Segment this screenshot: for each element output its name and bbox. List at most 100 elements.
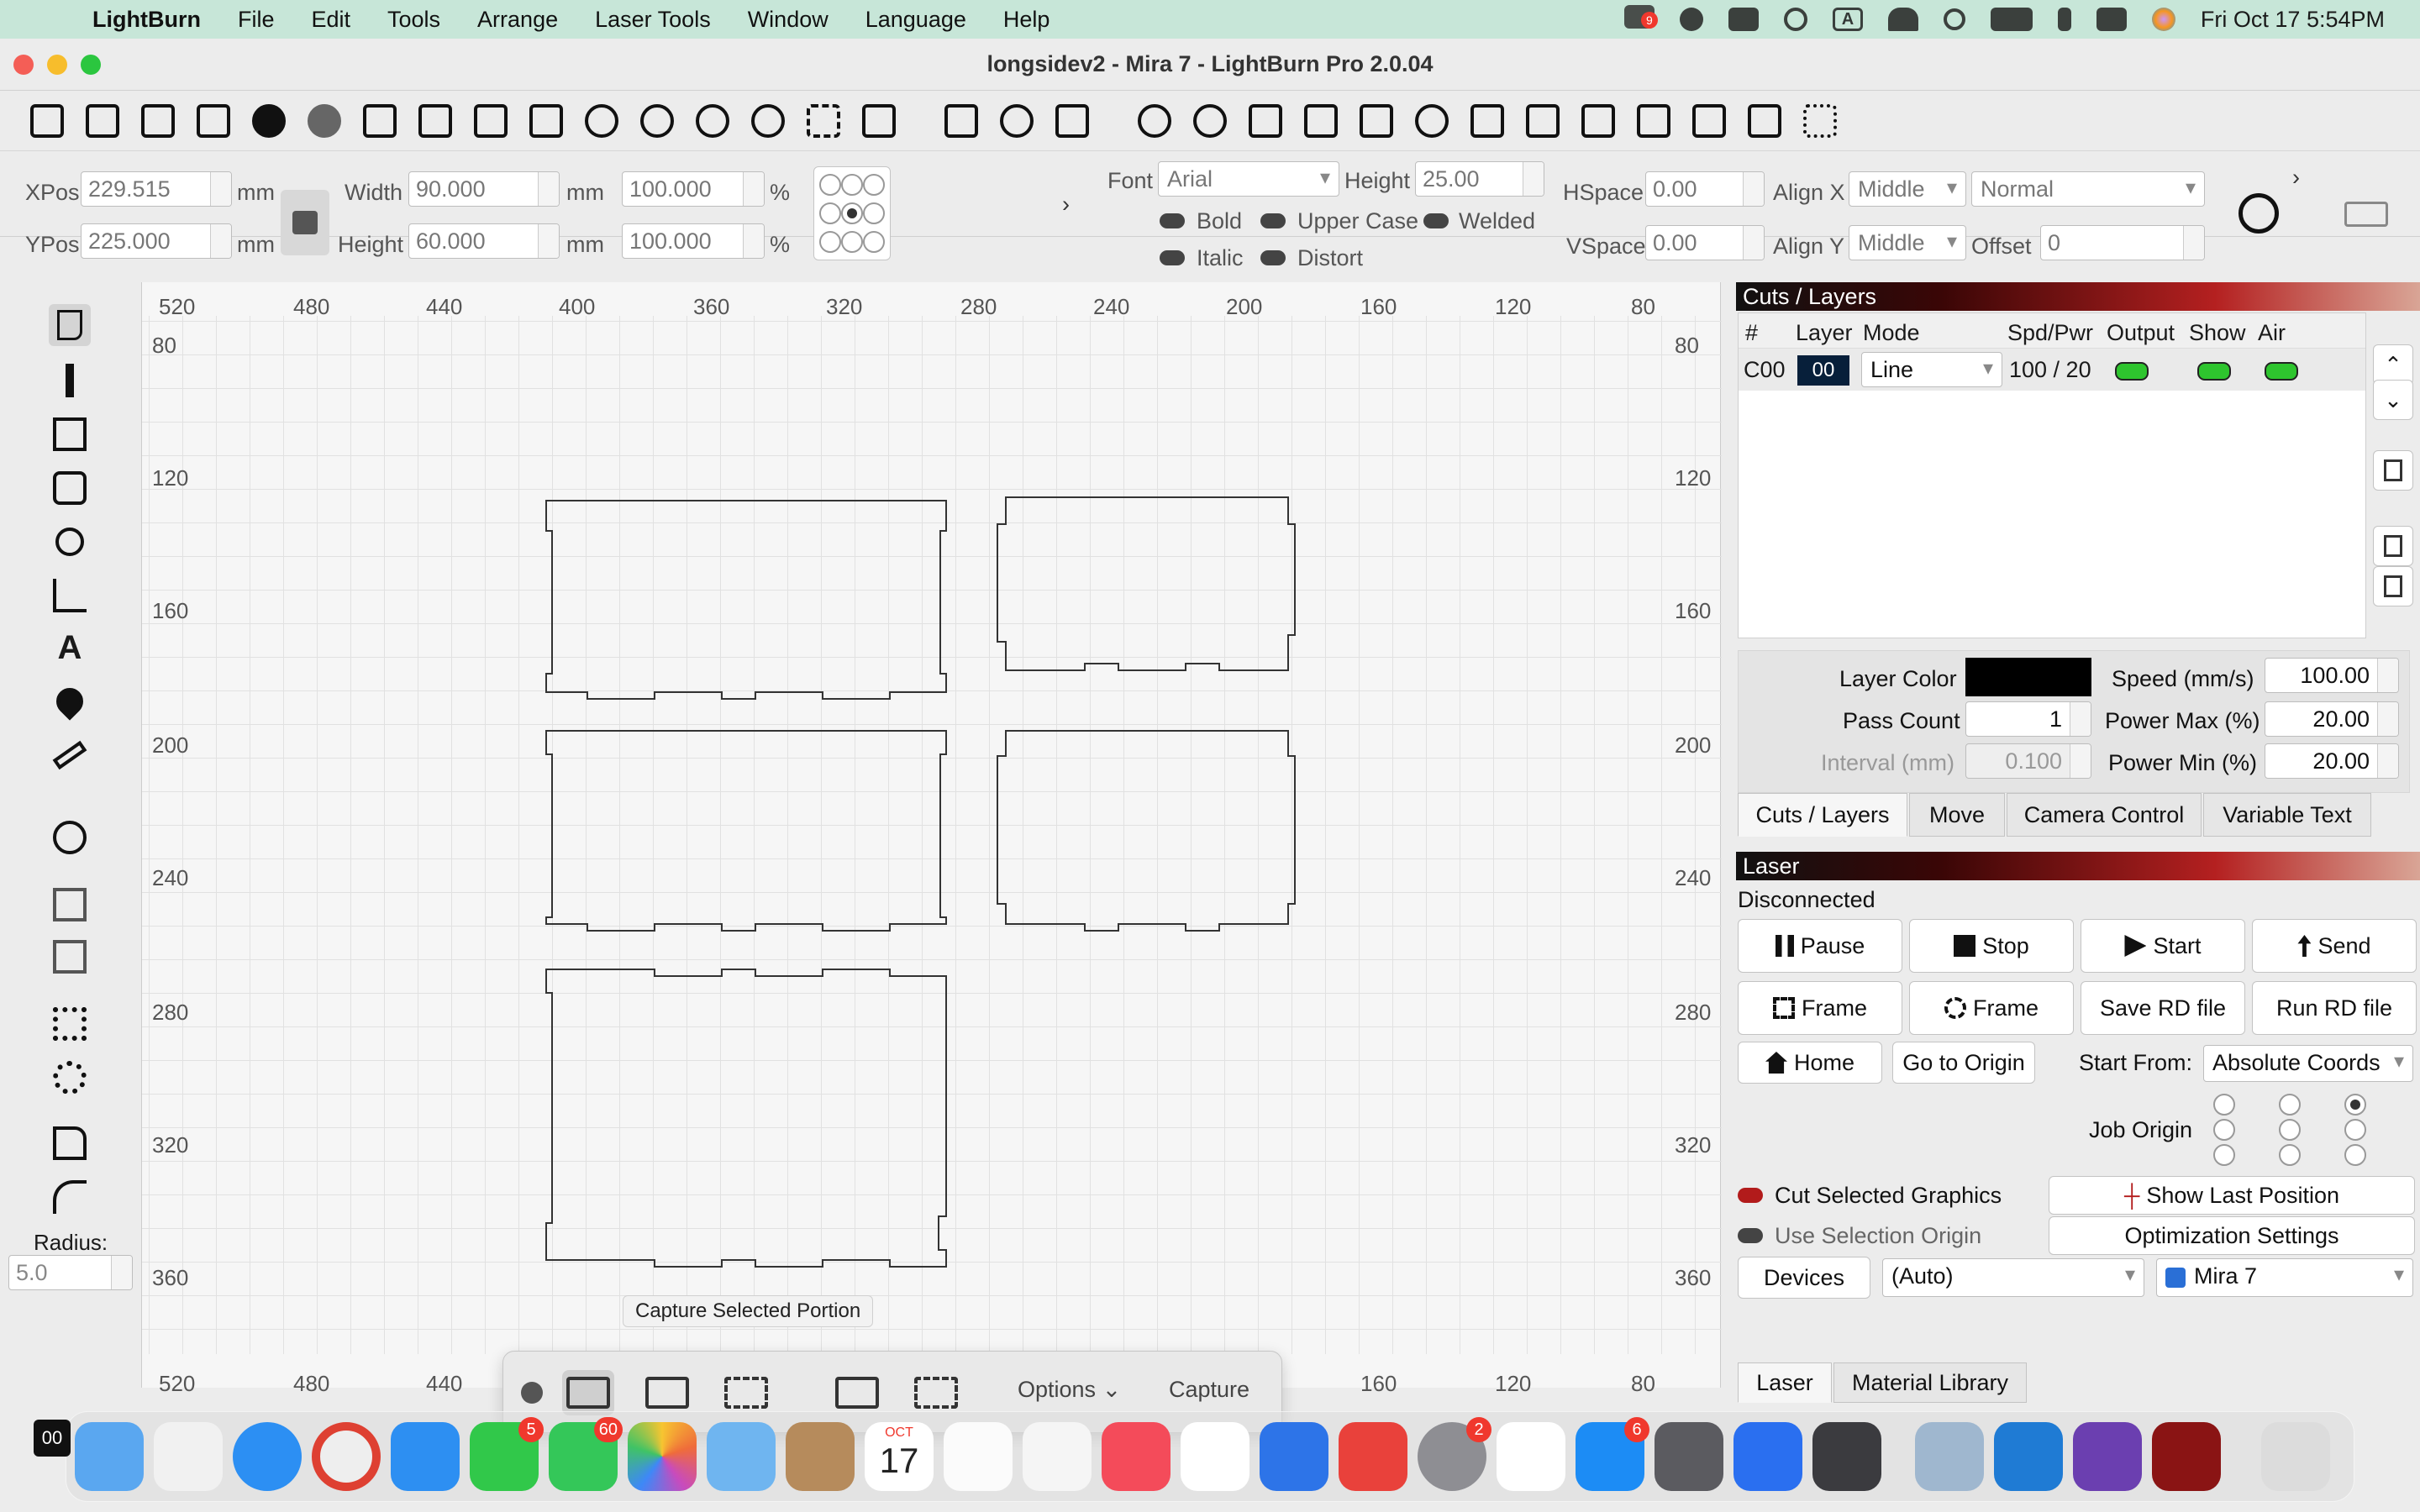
close-capture-button[interactable] — [513, 1370, 550, 1415]
go-to-origin-button[interactable]: Go to Origin — [1892, 1042, 2035, 1084]
menu-laser-tools[interactable]: Laser Tools — [595, 7, 711, 33]
frame-button[interactable]: Frame — [1738, 981, 1902, 1035]
chrome-icon[interactable] — [312, 1422, 381, 1491]
radius-input[interactable]: 5.0 — [8, 1255, 133, 1290]
font-height-input[interactable]: 25.00 — [1415, 161, 1544, 197]
show-last-position-button[interactable]: ┼ Show Last Position — [2049, 1176, 2415, 1215]
tab-variable-text[interactable]: Variable Text — [2203, 793, 2371, 837]
grid-array-icon[interactable] — [49, 1003, 91, 1045]
offset-tool-icon[interactable] — [49, 816, 91, 858]
iphone-mirroring-icon[interactable] — [1812, 1422, 1881, 1491]
layer-row[interactable]: C00 00 Line 100 / 20 — [1739, 349, 2365, 391]
text-style-select[interactable]: Normal — [1971, 171, 2205, 207]
layer-output-toggle[interactable] — [2115, 362, 2149, 381]
facetime-icon[interactable]: 5 — [470, 1417, 544, 1491]
app-store-icon[interactable]: 6 — [1576, 1417, 1649, 1491]
move-layer-down-button[interactable]: ⌄ — [2373, 380, 2413, 420]
capture-button[interactable]: Capture — [1169, 1377, 1249, 1403]
move-layer-up-button[interactable]: ⌃ — [2373, 344, 2413, 385]
wifi-icon[interactable] — [1887, 8, 1918, 31]
weld-shapes-icon[interactable] — [49, 884, 91, 926]
lock-aspect-button[interactable] — [281, 190, 329, 255]
power-max-input[interactable]: 20.00 — [2265, 701, 2399, 737]
menu-window[interactable]: Window — [748, 7, 829, 33]
anchor-point-grid[interactable] — [813, 166, 891, 260]
tabs-tool-icon[interactable] — [49, 575, 91, 617]
capture-window-button[interactable] — [641, 1370, 693, 1415]
use-selection-origin-toggle[interactable] — [1738, 1228, 1763, 1243]
cloud-icon[interactable] — [1728, 8, 1759, 31]
width-input[interactable]: 90.000 — [408, 171, 560, 207]
freeform-icon[interactable] — [1023, 1422, 1092, 1491]
news-icon[interactable] — [1102, 1422, 1171, 1491]
path-options-icon[interactable] — [2344, 202, 2388, 227]
preview-icon[interactable] — [1915, 1422, 1984, 1491]
trash-icon[interactable] — [2261, 1422, 2330, 1491]
polygon-tool-icon[interactable] — [49, 467, 91, 509]
system-settings-icon[interactable]: 2 — [1418, 1417, 1491, 1491]
welded-toggle[interactable] — [1423, 213, 1449, 228]
hspace-input[interactable]: 0.00 — [1645, 171, 1765, 207]
interval-input[interactable]: 0.100 — [1965, 743, 2091, 779]
layer-air-toggle[interactable] — [2265, 362, 2298, 381]
save-rd-file-button[interactable]: Save RD file — [2081, 981, 2245, 1035]
speed-input[interactable]: 100.00 — [2265, 658, 2399, 693]
menu-help[interactable]: Help — [1003, 7, 1050, 33]
github-desktop-icon[interactable] — [2073, 1422, 2142, 1491]
menu-app-lightburn[interactable]: LightBurn — [92, 7, 201, 33]
frame-circle-button[interactable]: Frame — [1909, 981, 2074, 1035]
capture-entire-screen-button[interactable] — [562, 1370, 614, 1415]
notes-icon[interactable] — [944, 1422, 1013, 1491]
pass-count-input[interactable]: 1 — [1965, 701, 2091, 737]
design-canvas[interactable]: 520 480 440 400 360 320 280 240 200 160 … — [141, 282, 1722, 1396]
menu-arrange[interactable]: Arrange — [477, 7, 558, 33]
align-x-select[interactable]: Middle — [1849, 171, 1966, 207]
height-input[interactable]: 60.000 — [408, 223, 560, 259]
finder-icon[interactable] — [75, 1422, 144, 1491]
rotate-text-icon[interactable] — [2238, 193, 2279, 234]
zoom-window-button[interactable] — [81, 55, 101, 75]
height-percent-input[interactable]: 100.000 — [622, 223, 765, 259]
launchpad-icon[interactable] — [154, 1422, 223, 1491]
siri-icon[interactable] — [2151, 8, 2175, 31]
search-icon[interactable] — [1943, 8, 1965, 30]
screenshot-app-icon[interactable] — [1655, 1422, 1723, 1491]
expand-arrow-icon[interactable]: › — [2292, 165, 2300, 191]
tab-camera-control[interactable]: Camera Control — [2007, 793, 2202, 837]
messages-icon[interactable]: 60 — [549, 1417, 623, 1491]
paste-layer-button[interactable] — [2373, 566, 2413, 606]
vspace-input[interactable]: 0.00 — [1645, 225, 1765, 260]
calendar-icon[interactable]: OCT 17 — [865, 1422, 934, 1491]
safari-icon[interactable] — [233, 1422, 302, 1491]
measure-tool-icon[interactable] — [49, 734, 91, 776]
bluetooth-icon[interactable] — [2057, 8, 2071, 31]
delete-layer-button[interactable] — [2373, 450, 2413, 491]
optimization-settings-button[interactable]: Optimization Settings — [2049, 1216, 2415, 1255]
position-laser-tool-icon[interactable] — [49, 680, 91, 722]
job-origin-grid[interactable] — [2210, 1094, 2366, 1171]
dropbox-icon[interactable]: 9 — [1623, 4, 1658, 34]
photo-booth-icon[interactable] — [1339, 1422, 1407, 1491]
boolean-subtract-icon[interactable] — [49, 936, 91, 978]
menu-file[interactable]: File — [238, 7, 275, 33]
headphones-icon[interactable] — [1783, 8, 1807, 31]
record-selection-button[interactable] — [910, 1370, 962, 1415]
cut-selected-toggle[interactable] — [1738, 1188, 1763, 1203]
numbers-icon[interactable] — [1181, 1422, 1249, 1491]
capture-selection-button[interactable] — [720, 1370, 772, 1415]
textedit-icon[interactable] — [1497, 1422, 1565, 1491]
control-center-icon[interactable] — [2096, 8, 2127, 31]
upper-case-toggle[interactable] — [1260, 213, 1286, 228]
ypos-input[interactable]: 225.000 — [81, 223, 232, 259]
pen-tool-icon[interactable] — [49, 360, 91, 402]
text-tool-icon[interactable]: A — [49, 627, 91, 669]
capture-options-button[interactable]: Options ⌄ — [1018, 1377, 1121, 1403]
xpos-input[interactable]: 229.515 — [81, 171, 232, 207]
offset-input[interactable]: 0 — [2040, 225, 2205, 260]
input-source-icon[interactable]: A — [1832, 8, 1863, 31]
distort-toggle[interactable] — [1260, 250, 1286, 265]
italic-toggle[interactable] — [1160, 250, 1185, 265]
vscode-icon[interactable] — [1994, 1422, 2063, 1491]
port-select[interactable]: (Auto) — [1882, 1258, 2144, 1297]
width-percent-input[interactable]: 100.000 — [622, 171, 765, 207]
